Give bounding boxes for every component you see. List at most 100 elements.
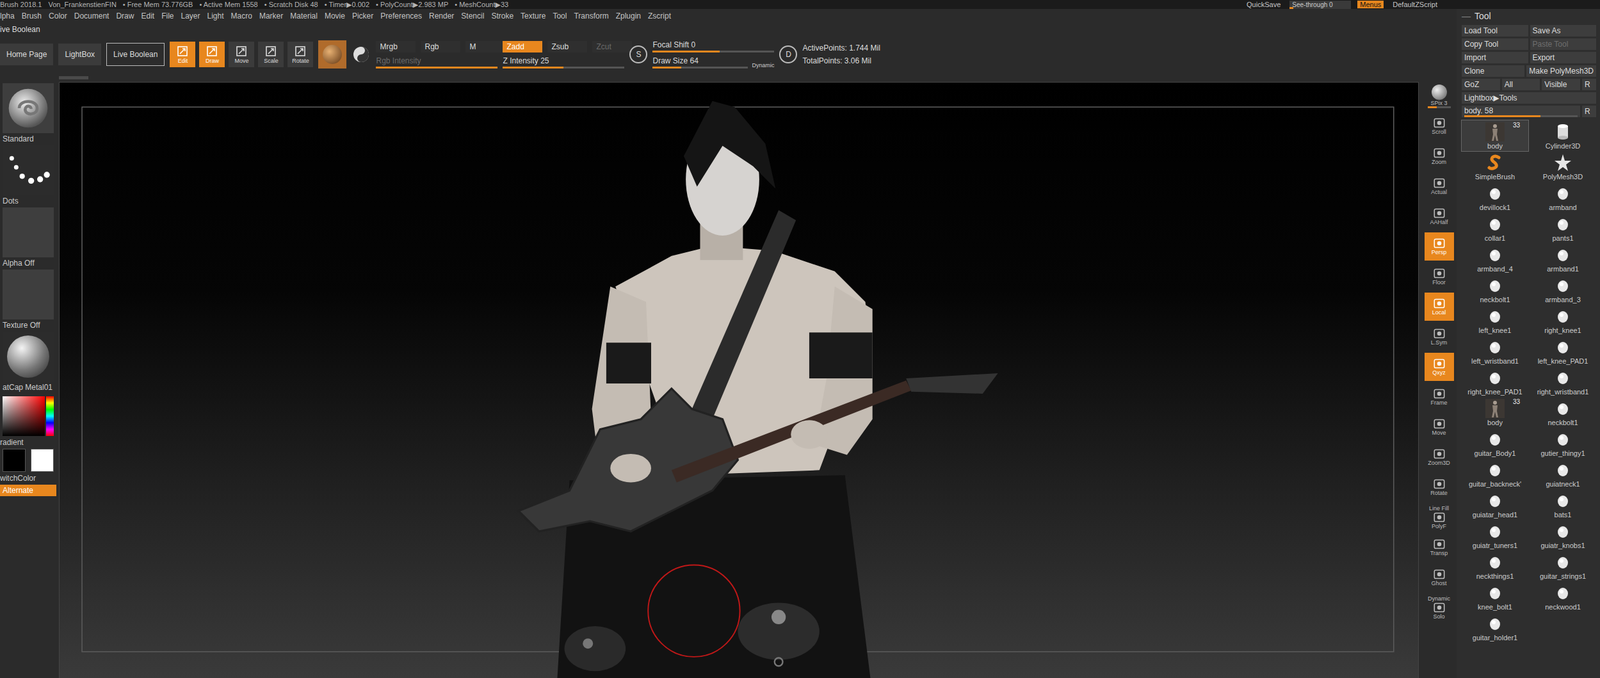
shelf-button[interactable]: Floor [1424,262,1455,291]
quicksave-button[interactable]: QuickSave [1244,0,1284,9]
menu-item[interactable]: Draw [115,11,134,21]
left-tray-item[interactable]: atCap Metal01 [2,331,54,392]
shelf-button[interactable]: DynamicSolo [1424,593,1455,622]
yin-yang-icon[interactable] [351,44,371,65]
shelf-button[interactable]: Rotate [1424,473,1455,502]
dynamic-button[interactable]: Dynamic [751,62,775,69]
subtool-item[interactable]: neckbolt1 [1529,396,1597,428]
material-swatch[interactable] [318,40,347,69]
focal-key-button[interactable]: S [629,45,648,64]
menu-item[interactable]: Tool [552,11,567,21]
nav-button[interactable]: Live Boolean [106,42,165,66]
menu-item[interactable]: Document [74,11,110,21]
shelf-button[interactable]: Zoom3D [1424,443,1455,472]
menu-item[interactable]: Layer [180,11,200,21]
lightbox-tools-button[interactable]: Lightbox▶Tools [1461,92,1597,104]
subtool-item[interactable]: guitar_strings1 [1529,550,1597,582]
tool-button[interactable]: Clone [1461,65,1525,77]
tray-handle[interactable] [58,76,89,80]
menu-item[interactable]: Material [290,11,318,21]
z-mode-button[interactable]: Zadd [502,40,543,53]
transform-button[interactable]: Move [228,41,255,68]
subtool-item[interactable]: PolyMesh3D [1529,151,1597,182]
subtool-item[interactable]: guiatr_tuners1 [1461,519,1529,551]
menu-item[interactable]: Macro [231,11,253,21]
menu-item[interactable]: File [161,11,174,21]
subtool-item[interactable]: pants1 [1529,212,1597,244]
script-button[interactable]: DefaultZScript [1389,0,1440,9]
subtool-item[interactable]: left_knee1 [1461,304,1529,336]
subtool-item[interactable]: bats1 [1529,489,1597,520]
color-mode-button[interactable]: Rgb [420,40,461,53]
z-mode-button[interactable]: Zsub [547,40,588,53]
rgb-intensity-slider[interactable]: Rgb Intensity [375,56,498,69]
reset-button[interactable]: R [1582,105,1597,118]
menu-item[interactable]: Render [428,11,454,21]
tool-button[interactable]: Make PolyMesh3D [1526,65,1597,77]
focal-shift-slider[interactable]: Focal Shift 0 [652,40,775,53]
shelf-button[interactable]: L.Sym [1424,322,1455,351]
menu-item[interactable]: lpha [0,11,15,21]
subtool-item[interactable]: armband [1529,181,1597,213]
subtool-item[interactable]: knee_bolt1 [1461,581,1529,613]
tool-button[interactable]: Paste Tool [1530,38,1597,50]
subtool-item[interactable]: neckwood1 [1529,581,1597,613]
color-mode-button[interactable]: M [465,40,506,53]
gradient-label[interactable]: radient [0,437,24,447]
tool-button[interactable]: Save As [1530,24,1597,37]
nav-button[interactable]: Home Page [0,43,54,66]
left-tray-item[interactable]: Alpha Off [2,207,54,268]
shelf-button[interactable]: Line FillPolyF [1424,503,1455,532]
viewport-canvas[interactable] [58,81,1419,678]
color-swatch[interactable] [30,448,54,472]
transform-button[interactable]: Scale [258,41,284,68]
menu-item[interactable]: Texture [520,11,546,21]
subtool-item[interactable]: 33body [1461,120,1529,152]
see-through-slider[interactable]: See-through 0 [1289,0,1351,9]
left-tray-item[interactable]: Dots [2,145,54,206]
tool-button[interactable]: Export [1530,51,1597,64]
subtool-item[interactable]: 33body [1461,396,1529,428]
menu-item[interactable]: Color [48,11,68,21]
shelf-button[interactable]: Transp [1424,533,1455,562]
shelf-button[interactable]: Ghost [1424,563,1455,592]
shelf-button[interactable]: Zoom [1424,142,1455,171]
subtool-item[interactable]: Cylinder3D [1529,120,1597,152]
menu-item[interactable]: Transform [573,11,609,21]
transform-button[interactable]: Rotate [287,41,314,68]
menu-item[interactable]: Movie [324,11,346,21]
nav-button[interactable]: LightBox [58,43,102,66]
current-tool-slider[interactable]: body. 58 [1461,105,1581,118]
subtool-item[interactable]: gutier_thingy1 [1529,427,1597,459]
subtool-item[interactable]: neckthings1 [1461,550,1529,582]
menu-item[interactable]: Light [207,11,225,21]
shelf-button[interactable]: Scroll [1424,112,1455,141]
subtool-item[interactable]: left_knee_PAD1 [1529,335,1597,367]
shelf-button[interactable]: Frame [1424,382,1455,412]
subtool-item[interactable]: devillock1 [1461,181,1529,213]
subtool-item[interactable]: armband1 [1529,243,1597,275]
subtool-item[interactable]: right_knee1 [1529,304,1597,336]
z-mode-button[interactable]: Zcut [592,40,632,53]
goz-button[interactable]: Visible [1541,78,1581,91]
tool-button[interactable]: Import [1461,51,1529,64]
subtool-item[interactable]: SimpleBrush [1461,151,1529,182]
menu-item[interactable]: Zscript [647,11,671,21]
subtool-item[interactable]: right_knee_PAD1 [1461,366,1529,397]
goz-button[interactable]: R [1582,78,1597,91]
z-intensity-slider[interactable]: Z Intensity 25 [502,56,625,69]
shelf-button[interactable]: SPix 3 [1424,81,1455,111]
shelf-button[interactable]: Local [1424,292,1455,321]
menu-item[interactable]: Marker [259,11,283,21]
left-tray-item[interactable]: Standard [2,83,54,144]
tool-button[interactable]: Copy Tool [1461,38,1529,50]
draw-key-button[interactable]: D [779,45,798,64]
transform-button[interactable]: Draw [199,41,225,68]
menu-item[interactable]: Preferences [380,11,422,21]
subtool-item[interactable]: guiatneck1 [1529,458,1597,490]
alternate-button[interactable]: Alternate [0,484,57,497]
tool-button[interactable]: Load Tool [1461,24,1529,37]
subtool-item[interactable]: armband_3 [1529,274,1597,305]
menu-item[interactable]: Edit [140,11,155,21]
color-square[interactable] [2,396,45,437]
